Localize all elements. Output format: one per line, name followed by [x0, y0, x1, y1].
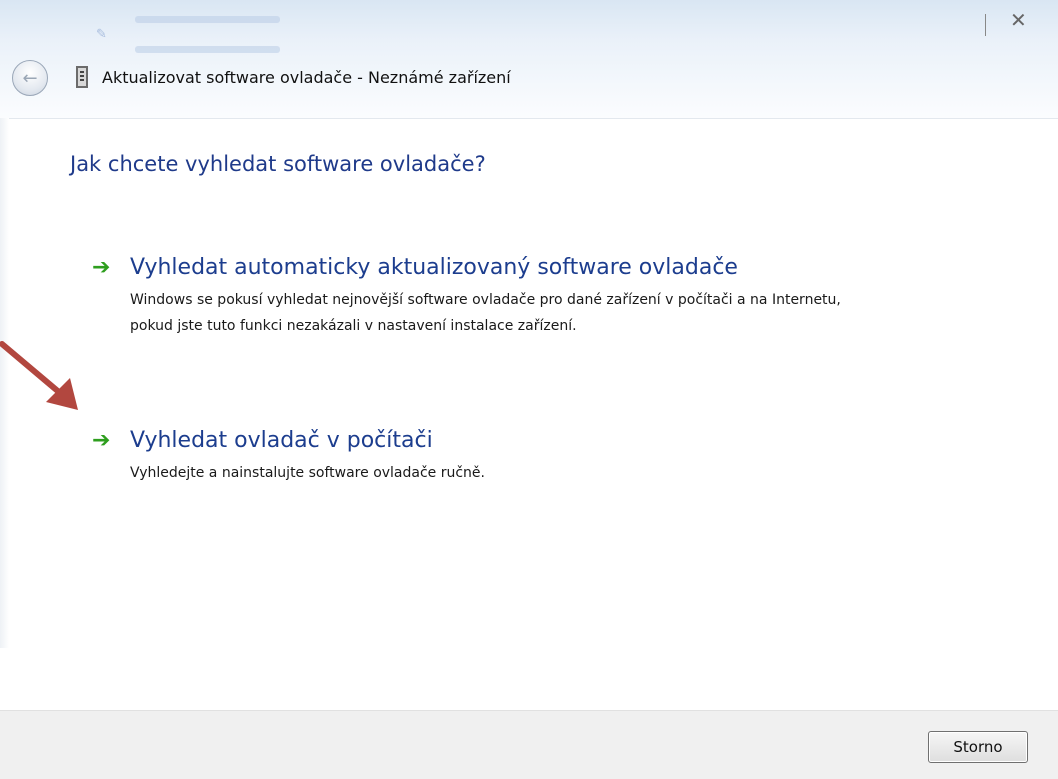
close-icon: ✕ — [1010, 8, 1027, 32]
cancel-button[interactable]: Storno — [928, 731, 1028, 763]
background-window-icon: ✎ — [96, 27, 107, 42]
page-heading: Jak chcete vyhledat software ovladače? — [70, 152, 486, 176]
option-description: Vyhledejte a nainstalujte software ovlad… — [130, 465, 485, 481]
green-arrow-icon: ➔ — [92, 428, 111, 453]
green-arrow-icon: ➔ — [92, 255, 111, 280]
close-button[interactable]: ✕ — [1010, 10, 1027, 30]
dialog-footer — [0, 710, 1058, 779]
background-window-text — [135, 46, 280, 53]
option-description: Windows se pokusí vyhledat nejnovější so… — [130, 292, 841, 334]
window-title: Aktualizovat software ovladače - Neznámé… — [102, 68, 511, 87]
annotation-arrow — [0, 341, 78, 410]
back-arrow-icon: ← — [22, 67, 38, 89]
back-button[interactable]: ← — [12, 60, 48, 96]
background-window-text — [135, 16, 280, 23]
option-title[interactable]: Vyhledat ovladač v počítači — [130, 428, 433, 453]
option-title[interactable]: Vyhledat automaticky aktualizovaný softw… — [130, 255, 738, 280]
title-bar: ✎ — [0, 0, 1058, 119]
window-frame-edge — [985, 14, 986, 36]
device-icon — [76, 66, 88, 88]
